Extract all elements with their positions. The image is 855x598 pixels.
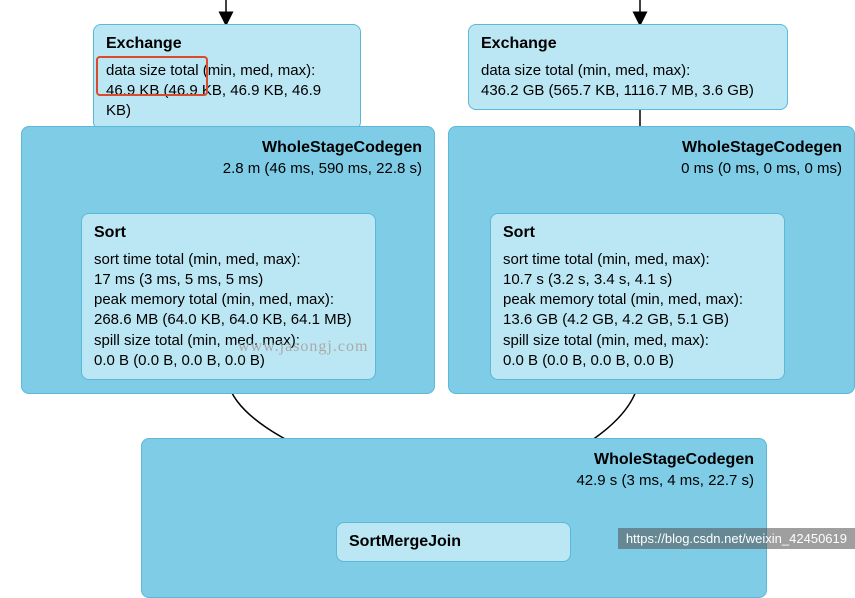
codegen-stats: 0 ms (0 ms, 0 ms, 0 ms) (681, 159, 842, 179)
exchange-node-right: Exchange data size total (min, med, max)… (468, 24, 788, 110)
codegen-container-bottom: WholeStageCodegen 42.9 s (3 ms, 4 ms, 22… (141, 438, 767, 598)
sortmergejoin-node: SortMergeJoin (336, 522, 571, 562)
exchange-title: Exchange (481, 33, 775, 55)
codegen-title: WholeStageCodegen (576, 449, 754, 471)
sort-l1: sort time total (min, med, max): (503, 250, 772, 270)
exchange-title: Exchange (106, 33, 348, 55)
codegen-stats: 2.8 m (46 ms, 590 ms, 22.8 s) (223, 159, 422, 179)
join-title: SortMergeJoin (349, 531, 558, 553)
codegen-title: WholeStageCodegen (681, 137, 842, 159)
sort-l3: peak memory total (min, med, max): (94, 290, 363, 310)
sort-node-right: Sort sort time total (min, med, max): 10… (490, 213, 785, 380)
sort-title: Sort (503, 222, 772, 244)
exchange-line2: 46.9 KB (46.9 KB, 46.9 KB, 46.9 KB) (106, 81, 348, 122)
watermark-text: www.jasongj.com (238, 338, 368, 356)
codegen-stats: 42.9 s (3 ms, 4 ms, 22.7 s) (576, 471, 754, 491)
exchange-node-left: Exchange data size total (min, med, max)… (93, 24, 361, 130)
exchange-line2: 436.2 GB (565.7 KB, 1116.7 MB, 3.6 GB) (481, 81, 775, 101)
codegen-title: WholeStageCodegen (223, 137, 422, 159)
sort-l2: 10.7 s (3.2 s, 3.4 s, 4.1 s) (503, 270, 772, 290)
sort-l1: sort time total (min, med, max): (94, 250, 363, 270)
sort-l6: 0.0 B (0.0 B, 0.0 B, 0.0 B) (503, 351, 772, 371)
sort-l5: spill size total (min, med, max): (503, 331, 772, 351)
sort-title: Sort (94, 222, 363, 244)
exchange-line1: data size total (min, med, max): (481, 61, 775, 81)
sort-l4: 268.6 MB (64.0 KB, 64.0 KB, 64.1 MB) (94, 310, 363, 330)
attribution-text: https://blog.csdn.net/weixin_42450619 (618, 528, 855, 549)
sort-l3: peak memory total (min, med, max): (503, 290, 772, 310)
sort-l2: 17 ms (3 ms, 5 ms, 5 ms) (94, 270, 363, 290)
exchange-line1: data size total (min, med, max): (106, 61, 348, 81)
sort-l4: 13.6 GB (4.2 GB, 4.2 GB, 5.1 GB) (503, 310, 772, 330)
